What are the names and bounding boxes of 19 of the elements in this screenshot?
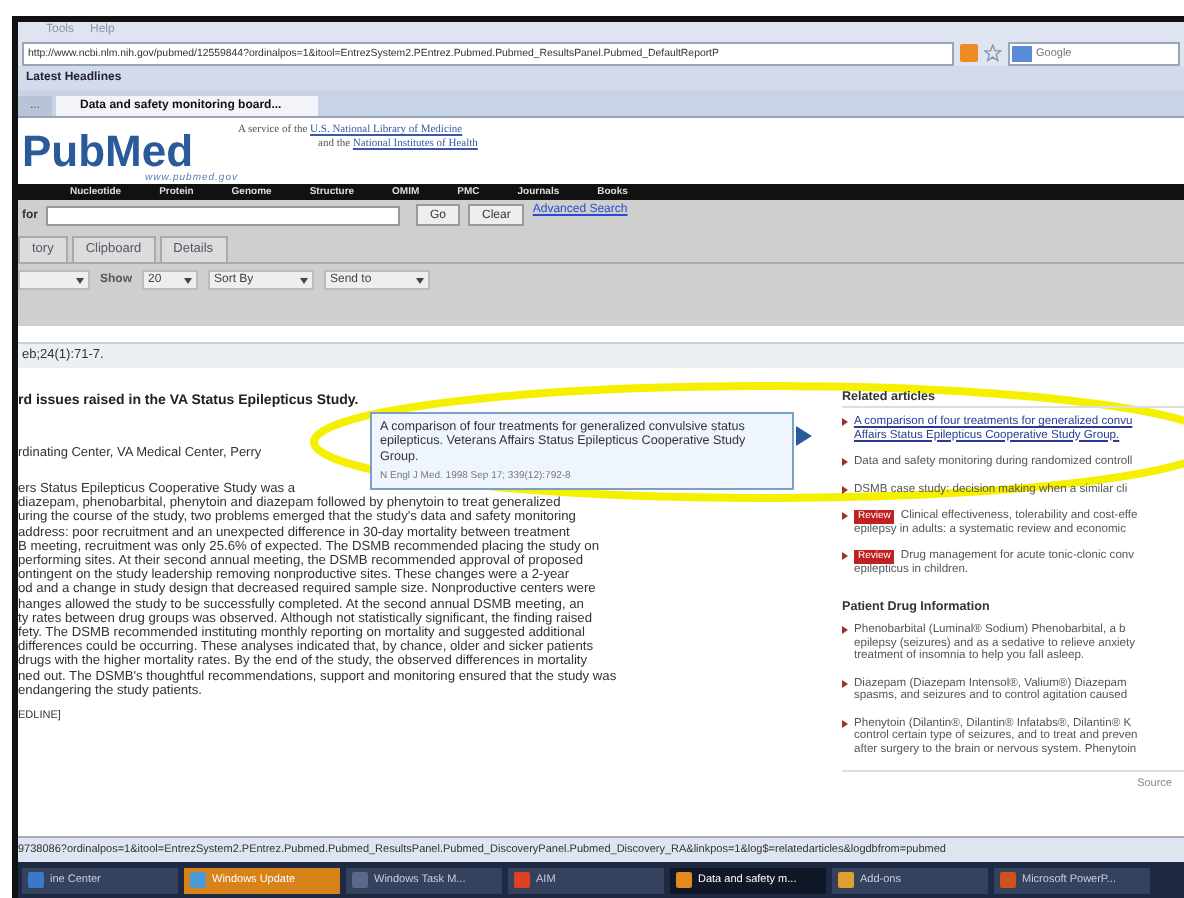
bullet-icon — [842, 458, 848, 466]
caret-icon — [76, 277, 84, 283]
bullet-icon — [842, 719, 848, 727]
query-field[interactable] — [46, 205, 400, 225]
caret-icon — [416, 277, 424, 283]
bullet-icon — [842, 679, 848, 687]
logo-text: PubMed — [22, 132, 194, 172]
star-icon[interactable] — [984, 44, 1002, 62]
tooltip-arrow-icon — [796, 426, 812, 446]
bullet-icon — [842, 552, 848, 560]
bullet-icon — [842, 512, 848, 520]
bullet-icon — [842, 485, 848, 493]
caret-icon — [300, 277, 308, 283]
caret-icon — [184, 277, 192, 283]
display-dropdown[interactable] — [18, 270, 90, 290]
rss-icon[interactable] — [960, 44, 979, 62]
google-icon[interactable] — [1012, 45, 1032, 61]
bullet-icon — [842, 626, 848, 634]
bullet-icon — [842, 418, 848, 426]
